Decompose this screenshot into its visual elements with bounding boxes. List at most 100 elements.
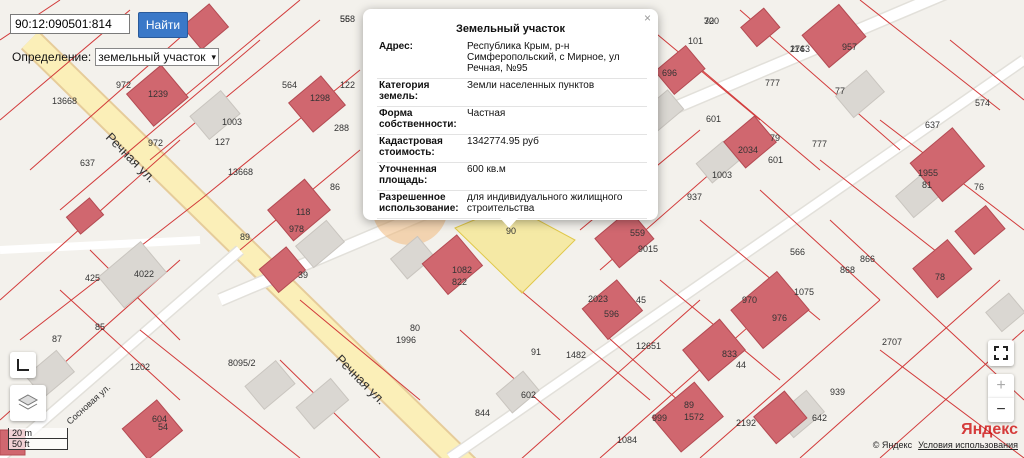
row-key: Адрес: <box>377 40 461 79</box>
cadastral-number-input[interactable] <box>10 14 130 34</box>
table-row: Кадастровая стоимость: 1342774.95 руб <box>377 134 647 163</box>
parcel-number-label: 1955 <box>918 168 938 178</box>
parcel-number-label: 833 <box>722 349 737 359</box>
plus-icon: + <box>996 377 1006 394</box>
row-key: Форма собственности: <box>377 106 461 135</box>
row-key: Кадастровая стоимость: <box>377 134 461 163</box>
terms-link[interactable]: Условия использования <box>918 440 1018 450</box>
parcel-number-label: 999 <box>652 413 667 423</box>
popup-pointer <box>500 218 518 228</box>
parcel-number-label: 970 <box>742 295 757 305</box>
parcel-number-label: 77 <box>835 86 845 96</box>
row-value: Земли населенных пунктов <box>461 78 647 107</box>
row-value: Частная <box>461 106 647 135</box>
parcel-number-label: 91 <box>531 347 541 357</box>
parcel-number-label: 288 <box>334 123 349 133</box>
layers-button[interactable] <box>10 385 46 421</box>
parcel-number-label: 45 <box>636 295 646 305</box>
parcel-number-label: 39 <box>298 270 308 280</box>
row-key: Уточненная площадь: <box>377 162 461 191</box>
parcel-number-label: 868 <box>840 265 855 275</box>
row-value: 600 кв.м <box>461 162 647 191</box>
scale-imperial: 50 ft <box>8 439 68 450</box>
parcel-number-label: 972 <box>116 80 131 90</box>
parcel-number-label: 972 <box>148 138 163 148</box>
definition-label: Определение: <box>12 50 92 64</box>
zoom-in-button[interactable]: + <box>988 374 1014 398</box>
parcel-number-label: 80 <box>410 323 420 333</box>
parcel-number-label: 937 <box>687 192 702 202</box>
parcel-number-label: 777 <box>812 139 827 149</box>
find-button-label: Найти <box>145 18 181 32</box>
parcel-number-label: 122 <box>340 80 355 90</box>
parcel-number-label: 564 <box>282 80 297 90</box>
parcel-number-label: 425 <box>85 273 100 283</box>
parcel-number-label: 978 <box>289 224 304 234</box>
map-footer: © Яндекс Условия использования <box>873 440 1018 450</box>
parcel-number-label: 1082 <box>452 265 472 275</box>
parcel-info-popup: × Земельный участок Адрес: Республика Кры… <box>363 9 658 220</box>
parcel-number-label: 642 <box>812 413 827 423</box>
parcel-number-label: 30 <box>704 16 714 26</box>
definition-selected-value: земельный участок <box>98 50 206 64</box>
parcel-number-label: 89 <box>240 232 250 242</box>
parcel-number-label: 696 <box>662 68 677 78</box>
parcel-number-label: 866 <box>860 254 875 264</box>
close-icon[interactable]: × <box>644 11 651 25</box>
parcel-number-label: 4022 <box>134 269 154 279</box>
parcel-number-label: 81 <box>922 180 932 190</box>
parcel-number-label: 574 <box>975 98 990 108</box>
parcel-number-label: 976 <box>772 313 787 323</box>
parcel-number-label: 2034 <box>738 145 758 155</box>
parcel-number-label: 939 <box>830 387 845 397</box>
parcel-number-label: 637 <box>80 158 95 168</box>
yandex-logo: Яндекс <box>961 421 1018 438</box>
parcel-number-label: 101 <box>688 36 703 46</box>
ruler-button[interactable] <box>10 352 36 378</box>
copyright-text: © Яндекс <box>872 440 913 450</box>
parcel-number-label: 8095/2 <box>228 358 256 368</box>
parcel-number-label: 54 <box>158 422 168 432</box>
definition-row: Определение: земельный участок ▾ <box>12 48 220 66</box>
parcel-number-label: 2707 <box>882 337 902 347</box>
parcel-number-label: 2023 <box>588 294 608 304</box>
parcel-number-label: 637 <box>925 120 940 130</box>
parcel-number-label: 44 <box>736 360 746 370</box>
parcel-number-label: 1084 <box>617 435 637 445</box>
row-value: для индивидуального жилищного строительс… <box>461 190 647 219</box>
parcel-number-label: 1003 <box>222 117 242 127</box>
zoom-out-button[interactable]: − <box>988 398 1014 422</box>
parcel-number-label: 822 <box>452 277 467 287</box>
parcel-number-label: 118 <box>296 207 310 217</box>
table-row: Категория земель: Земли населенных пункто… <box>377 78 647 107</box>
fullscreen-button[interactable] <box>988 340 1014 366</box>
parcel-number-label: 12651 <box>636 341 661 351</box>
definition-select[interactable]: земельный участок ▾ <box>95 48 220 66</box>
parcel-number-label: 85 <box>95 322 105 332</box>
parcel-number-label: 79 <box>770 133 780 143</box>
parcel-number-label: 601 <box>768 155 783 165</box>
parcel-number-label: 87 <box>52 334 62 344</box>
parcel-number-label: 13668 <box>52 96 77 106</box>
parcel-number-label: 114 <box>790 44 804 54</box>
ruler-icon <box>17 359 29 371</box>
parcel-number-label: 602 <box>521 390 536 400</box>
parcel-number-label: 559 <box>630 228 645 238</box>
table-row: Форма собственности: Частная <box>377 106 647 135</box>
parcel-number-label: 9015 <box>638 244 658 254</box>
parcel-number-label: 127 <box>215 137 230 147</box>
table-row: Разрешенное использование: для индивидуал… <box>377 190 647 219</box>
parcel-number-label: 1482 <box>566 350 586 360</box>
chevron-down-icon: ▾ <box>211 51 217 62</box>
parcel-number-label: 1202 <box>130 362 150 372</box>
scale-bar: 20 m 50 ft <box>8 428 68 450</box>
parcel-number-label: 2192 <box>736 418 756 428</box>
parcel-number-label: 76 <box>974 182 984 192</box>
minus-icon: − <box>996 401 1006 418</box>
parcel-number-label: 89 <box>684 400 694 410</box>
parcel-number-label: 566 <box>790 247 805 257</box>
parcel-number-label: 1075 <box>794 287 814 297</box>
find-button[interactable]: Найти <box>138 12 188 38</box>
scale-metric: 20 m <box>8 428 68 439</box>
popup-title: Земельный участок <box>456 23 565 35</box>
